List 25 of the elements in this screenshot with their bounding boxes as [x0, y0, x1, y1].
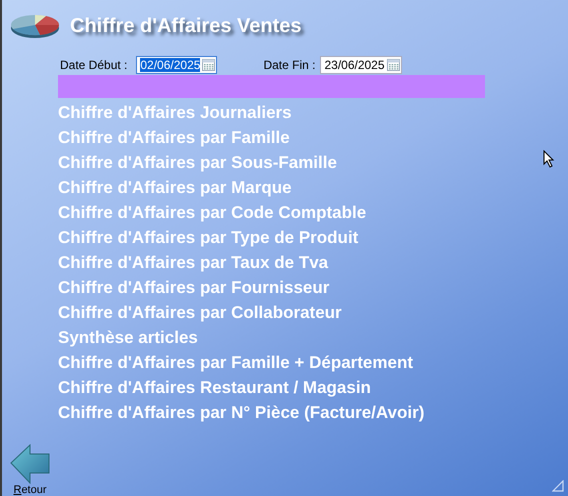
calendar-icon[interactable] [202, 59, 216, 71]
report-link[interactable]: Synthèse articles [58, 325, 198, 350]
report-link[interactable]: Chiffre d'Affaires Restaurant / Magasin [58, 375, 371, 400]
report-link[interactable]: Chiffre d'Affaires Journaliers [58, 100, 292, 125]
report-link[interactable]: Chiffre d'Affaires par Famille + Département [58, 350, 413, 375]
report-link[interactable]: Chiffre d'Affaires par Marque [58, 175, 292, 200]
report-link[interactable]: Chiffre d'Affaires par Famille [58, 125, 290, 150]
report-link[interactable]: Chiffre d'Affaires par N° Pièce (Facture/Avoir) [58, 400, 424, 425]
report-link[interactable]: Chiffre d'Affaires par Taux de Tva [58, 250, 328, 275]
pie-chart-icon [10, 13, 60, 39]
window-title: Chiffre d'Affaires Ventes [70, 14, 302, 38]
cursor-icon [543, 150, 555, 168]
date-field[interactable]: 02/06/2025 [136, 56, 218, 74]
date-field[interactable]: 23/06/2025 [320, 56, 402, 74]
report-link[interactable]: Chiffre d'Affaires par Sous-Famille [58, 150, 337, 175]
report-link[interactable]: Chiffre d'Affaires par Code Comptable [58, 200, 366, 225]
resize-grip-icon[interactable] [552, 480, 564, 492]
date-label: Date Début : [60, 58, 128, 72]
date-label: Date Fin : [263, 58, 316, 72]
back-button[interactable]: Retour [10, 444, 50, 496]
left-arrow-icon [10, 444, 50, 484]
calendar-icon[interactable] [386, 59, 400, 71]
report-link[interactable]: Chiffre d'Affaires par Fournisseur [58, 275, 330, 300]
report-link[interactable]: Chiffre d'Affaires par Type de Produit [58, 225, 358, 250]
report-link[interactable]: Chiffre d'Affaires par Collaborateur [58, 300, 342, 325]
